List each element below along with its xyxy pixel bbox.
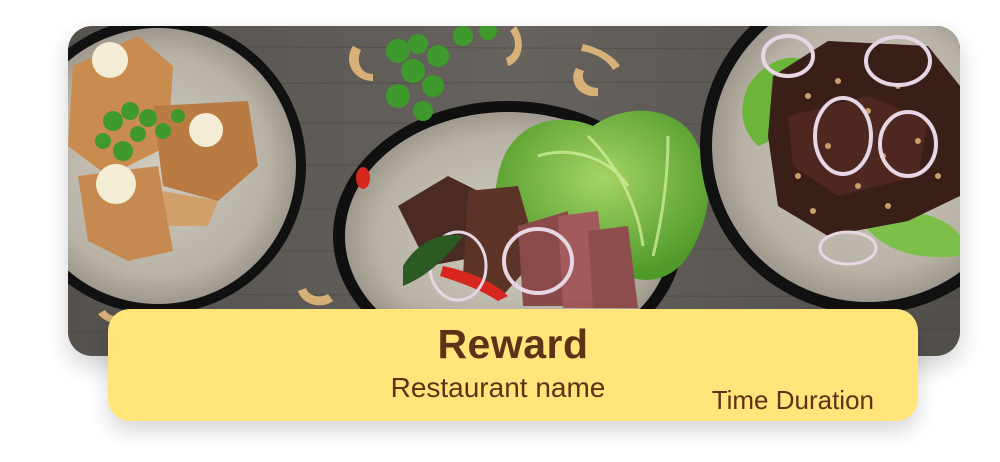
reward-banner[interactable]: Reward Restaurant name Time Duration [0,0,1000,462]
time-duration: Time Duration [711,385,874,415]
reward-info-card[interactable]: Reward Restaurant name Time Duration [108,309,918,421]
reward-title: Reward [437,321,589,367]
food-hero-image [68,26,960,356]
